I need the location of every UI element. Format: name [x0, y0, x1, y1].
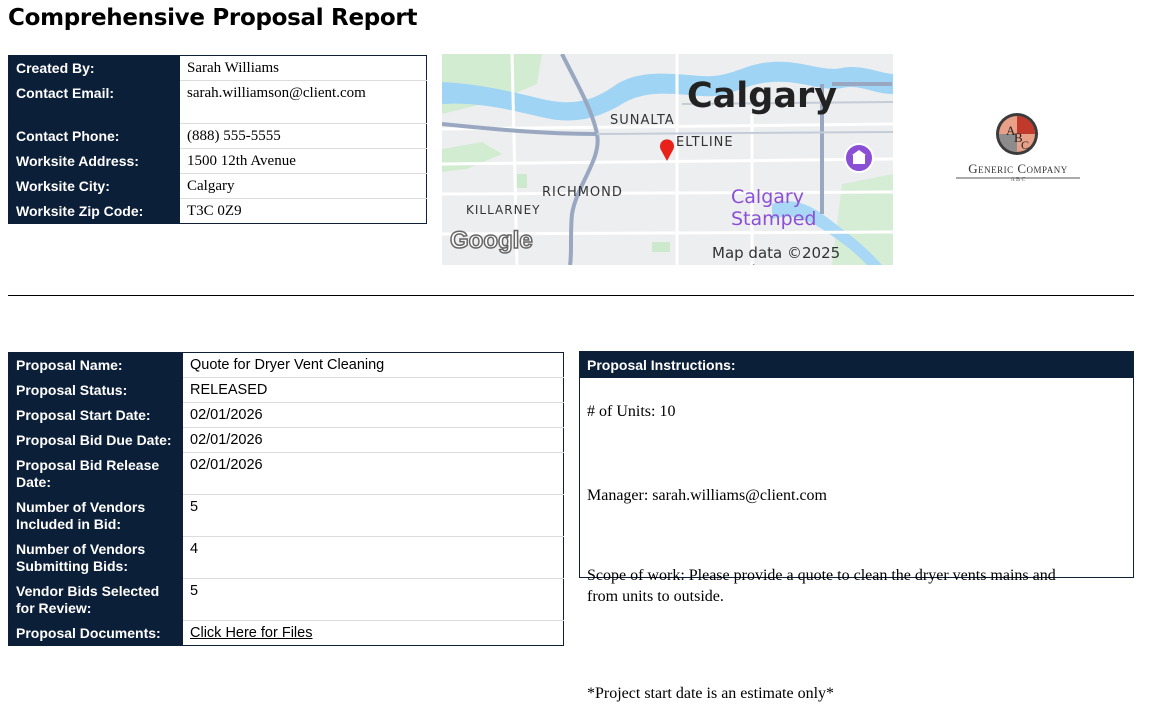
created-by-value: Sarah Williams — [179, 55, 427, 81]
table-row: Proposal Start Date: 02/01/2026 — [8, 402, 564, 428]
vendors-included-value: 5 — [182, 494, 564, 537]
section-divider — [8, 295, 1134, 296]
table-row: Proposal Bid Release Date: 02/01/2026 — [8, 452, 564, 495]
table-row: Proposal Bid Due Date: 02/01/2026 — [8, 427, 564, 453]
worksite-city-value: Calgary — [179, 173, 427, 199]
vendors-submitting-value: 4 — [182, 536, 564, 579]
google-logo: Google — [449, 226, 533, 255]
proposal-bid-due-date-label: Proposal Bid Due Date: — [8, 427, 183, 453]
contact-info-table: Created By: Sarah Williams Contact Email… — [8, 55, 427, 224]
contact-phone-value: (888) 555-5555 — [179, 123, 427, 149]
table-row: Proposal Documents: Click Here for Files — [8, 620, 564, 646]
proposal-status-label: Proposal Status: — [8, 377, 183, 403]
contact-email-value: sarah.williamson@client.com — [179, 80, 427, 124]
svg-text:C: C — [1021, 138, 1029, 152]
table-row: Created By: Sarah Williams — [8, 55, 427, 81]
map-attribution: Map data ©2025 Google — [712, 244, 841, 265]
worksite-city-label: Worksite City: — [8, 173, 180, 199]
table-row: Vendor Bids Selected for Review: 5 — [8, 578, 564, 621]
map-neighborhood-killarney: KILLARNEY — [466, 203, 541, 217]
table-row: Proposal Status: RELEASED — [8, 377, 564, 403]
instructions-header: Proposal Instructions: — [580, 352, 1133, 378]
proposal-bid-release-date-value: 02/01/2026 — [182, 452, 564, 495]
table-row: Number of Vendors Included in Bid: 5 — [8, 494, 564, 537]
map-neighborhood-sunalta: SUNALTA — [610, 113, 675, 128]
contact-phone-label: Contact Phone: — [8, 123, 180, 149]
instructions-body: # of Units: 10 Manager: sarah.williams@c… — [580, 378, 1133, 727]
instructions-scope: Scope of work: Please provide a quote to… — [587, 567, 1056, 605]
table-row: Number of Vendors Submitting Bids: 4 — [8, 536, 564, 579]
vendors-submitting-label: Number of Vendors Submitting Bids: — [8, 536, 183, 579]
table-row: Contact Email: sarah.williamson@client.c… — [8, 80, 427, 124]
table-row: Worksite City: Calgary — [8, 173, 427, 199]
contact-email-label: Contact Email: — [8, 80, 180, 124]
proposal-start-date-value: 02/01/2026 — [182, 402, 564, 428]
instructions-units: # of Units: 10 — [587, 403, 676, 420]
worksite-address-value: 1500 12th Avenue — [179, 148, 427, 174]
vendors-included-label: Number of Vendors Included in Bid: — [8, 494, 183, 537]
worksite-zip-label: Worksite Zip Code: — [8, 198, 180, 224]
table-row: Worksite Zip Code: T3C 0Z9 — [8, 198, 427, 224]
table-row: Contact Phone: (888) 555-5555 — [8, 123, 427, 149]
table-row: Worksite Address: 1500 12th Avenue — [8, 148, 427, 174]
instructions-note: *Project start date is an estimate only* — [587, 685, 835, 702]
logo-company-name: Generic Company — [968, 161, 1068, 176]
proposal-name-value: Quote for Dryer Vent Cleaning — [182, 352, 564, 378]
created-by-label: Created By: — [8, 55, 180, 81]
proposal-documents-cell: Click Here for Files — [182, 620, 564, 646]
map-neighborhood-beltline: ELTLINE — [676, 135, 734, 150]
vendor-bids-selected-label: Vendor Bids Selected for Review: — [8, 578, 183, 621]
logo-tagline: A B C — [1010, 177, 1026, 183]
proposal-bid-due-date-value: 02/01/2026 — [182, 427, 564, 453]
worksite-map[interactable]: Calgary SUNALTA ELTLINE RICHMOND KILLARN… — [442, 54, 893, 265]
proposal-bid-release-date-label: Proposal Bid Release Date: — [8, 452, 183, 495]
map-pin-icon[interactable] — [658, 138, 676, 162]
map-poi-icon[interactable] — [843, 142, 875, 174]
map-neighborhood-richmond: RICHMOND — [542, 185, 623, 200]
proposal-documents-label: Proposal Documents: — [8, 620, 183, 646]
proposal-details-table: Proposal Name: Quote for Dryer Vent Clea… — [8, 352, 564, 646]
table-row: Proposal Name: Quote for Dryer Vent Clea… — [8, 352, 564, 378]
map-poi-label: Calgary Stamped — [731, 186, 817, 230]
proposal-documents-link[interactable]: Click Here for Files — [190, 625, 312, 641]
proposal-instructions-panel: Proposal Instructions: # of Units: 10 Ma… — [579, 351, 1134, 702]
instructions-manager: Manager: sarah.williams@client.com — [587, 487, 827, 504]
proposal-start-date-label: Proposal Start Date: — [8, 402, 183, 428]
vendor-bids-selected-value: 5 — [182, 578, 564, 621]
proposal-status-value: RELEASED — [182, 377, 564, 403]
worksite-zip-value: T3C 0Z9 — [179, 198, 427, 224]
report-title: Comprehensive Proposal Report — [8, 5, 418, 31]
map-city-label: Calgary — [687, 76, 838, 116]
proposal-name-label: Proposal Name: — [8, 352, 183, 378]
company-logo: A B C Generic Company A B C — [953, 113, 1083, 193]
worksite-address-label: Worksite Address: — [8, 148, 180, 174]
